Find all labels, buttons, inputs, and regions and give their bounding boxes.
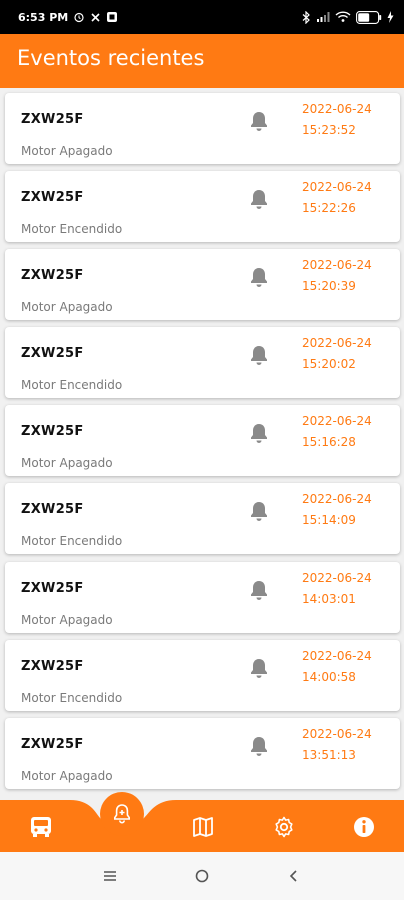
event-card[interactable]: ZXW25F Motor Apagado 2022-06-24 15:23:52 [5, 93, 400, 164]
page-title: Eventos recientes [17, 46, 205, 70]
nav-settings[interactable] [271, 814, 297, 840]
battery-icon [356, 10, 382, 24]
bottom-nav [0, 792, 404, 852]
bell-icon [249, 500, 269, 522]
event-card[interactable]: ZXW25F Motor Apagado 2022-06-24 15:16:28 [5, 405, 400, 476]
event-plate: ZXW25F [21, 502, 84, 517]
event-plate: ZXW25F [21, 112, 84, 127]
info-icon [354, 817, 374, 837]
event-time: 14:03:01 [302, 592, 356, 606]
event-date: 2022-06-24 [302, 102, 372, 116]
event-card[interactable]: ZXW25F Motor Apagado 2022-06-24 15:20:39 [5, 249, 400, 320]
event-card[interactable]: ZXW25F Motor Encendido 2022-06-24 15:22:… [5, 171, 400, 242]
nav-bus[interactable] [28, 814, 54, 840]
menu-icon [104, 871, 116, 881]
event-date: 2022-06-24 [302, 649, 372, 663]
bell-icon [249, 657, 269, 679]
home-icon [195, 869, 209, 883]
event-plate: ZXW25F [21, 424, 84, 439]
nav-alarms-active[interactable] [100, 792, 144, 836]
event-plate: ZXW25F [21, 268, 84, 283]
nav-map[interactable] [190, 814, 216, 840]
status-bar: 6:53 PM [0, 0, 404, 34]
home-button[interactable] [192, 866, 212, 886]
back-button[interactable] [284, 866, 304, 886]
event-time: 15:14:09 [302, 513, 356, 527]
bluetooth-icon [302, 10, 311, 24]
event-plate: ZXW25F [21, 737, 84, 752]
event-card[interactable]: ZXW25F Motor Encendido 2022-06-24 15:14:… [5, 483, 400, 554]
event-date: 2022-06-24 [302, 727, 372, 741]
bell-icon [249, 422, 269, 444]
event-description: Motor Encendido [21, 222, 123, 236]
event-date: 2022-06-24 [302, 492, 372, 506]
event-plate: ZXW25F [21, 190, 84, 205]
bus-icon [31, 817, 51, 837]
settings-icon [275, 816, 293, 838]
bell-icon [249, 735, 269, 757]
event-time: 14:00:58 [302, 670, 356, 684]
x-app-icon [90, 12, 101, 23]
event-date: 2022-06-24 [302, 258, 372, 272]
event-date: 2022-06-24 [302, 571, 372, 585]
event-card[interactable]: ZXW25F Motor Apagado 2022-06-24 14:03:01 [5, 562, 400, 633]
event-time: 15:22:26 [302, 201, 356, 215]
nav-info[interactable] [351, 814, 377, 840]
wifi-icon [335, 11, 351, 23]
bell-icon [249, 266, 269, 288]
event-description: Motor Encendido [21, 378, 123, 392]
event-date: 2022-06-24 [302, 336, 372, 350]
event-time: 15:20:02 [302, 357, 356, 371]
status-time: 6:53 PM [18, 10, 69, 24]
map-icon [193, 817, 213, 837]
alarm-bell-icon [114, 804, 130, 824]
event-plate: ZXW25F [21, 659, 84, 674]
recent-apps-button[interactable] [100, 866, 120, 886]
event-description: Motor Apagado [21, 300, 113, 314]
event-plate: ZXW25F [21, 581, 84, 596]
system-navigation-bar [0, 852, 404, 900]
event-description: Motor Encendido [21, 534, 123, 548]
bell-icon [249, 188, 269, 210]
event-time: 13:51:13 [302, 748, 356, 762]
status-right [302, 10, 394, 24]
signal-icon [316, 11, 330, 23]
event-time: 15:16:28 [302, 435, 356, 449]
app-icon [106, 11, 118, 23]
event-description: Motor Apagado [21, 613, 113, 627]
event-description: Motor Apagado [21, 769, 113, 783]
event-date: 2022-06-24 [302, 414, 372, 428]
event-list[interactable]: ZXW25F Motor Apagado 2022-06-24 15:23:52… [0, 88, 404, 800]
bell-icon [249, 579, 269, 601]
event-description: Motor Apagado [21, 144, 113, 158]
event-description: Motor Encendido [21, 691, 123, 705]
alarm-icon [73, 11, 85, 23]
bell-icon [249, 110, 269, 132]
event-card[interactable]: ZXW25F Motor Encendido 2022-06-24 14:00:… [5, 640, 400, 711]
event-plate: ZXW25F [21, 346, 84, 361]
status-left: 6:53 PM [18, 11, 118, 24]
event-description: Motor Apagado [21, 456, 113, 470]
bell-icon [249, 344, 269, 366]
back-icon [289, 870, 297, 882]
event-card[interactable]: ZXW25F Motor Encendido 2022-06-24 15:20:… [5, 327, 400, 398]
app-bar: Eventos recientes [0, 34, 404, 88]
event-date: 2022-06-24 [302, 180, 372, 194]
event-card[interactable]: ZXW25F Motor Apagado 2022-06-24 13:51:13 [5, 718, 400, 789]
charging-icon [387, 11, 394, 23]
event-time: 15:20:39 [302, 279, 356, 293]
event-time: 15:23:52 [302, 123, 356, 137]
